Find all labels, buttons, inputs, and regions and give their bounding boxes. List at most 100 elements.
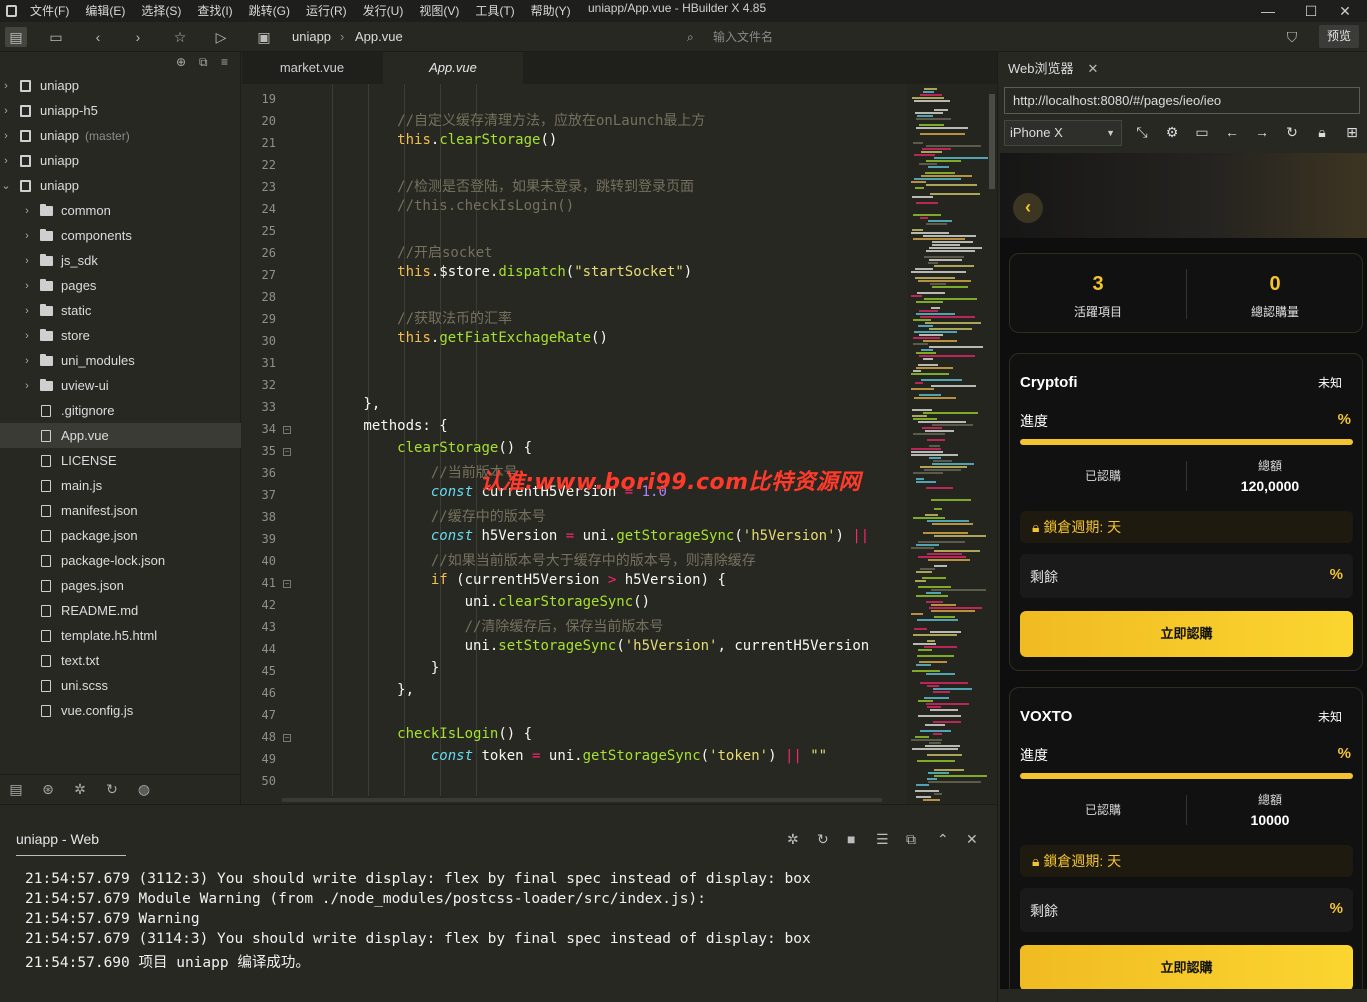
browser-tab[interactable]: Web浏览器 ✕ — [1008, 58, 1098, 77]
menu-goto[interactable]: 跳转(G) — [241, 0, 298, 22]
locate-icon[interactable]: ⊕ — [176, 55, 186, 69]
line-number: 37 — [261, 488, 276, 502]
tree-item-app-vue[interactable]: App.vue — [0, 423, 241, 448]
tree-item-uniapp[interactable]: ⌄ uniapp — [0, 173, 241, 198]
rotate-device-icon[interactable]: ⤡ — [1132, 124, 1152, 142]
close-panel-icon[interactable]: ✕ — [966, 831, 978, 848]
stop-icon[interactable]: ■ — [847, 831, 855, 847]
back-arrow-icon[interactable]: ‹ — [1013, 193, 1043, 223]
tree-item-package-lock-json[interactable]: package-lock.json — [0, 548, 241, 573]
file-search-placeholder: 输入文件名 — [713, 30, 774, 44]
fold-toggle-icon[interactable]: − — [283, 734, 291, 742]
tab-app-vue[interactable]: App.vue — [383, 52, 523, 84]
menu-select[interactable]: 选择(S) — [133, 0, 189, 22]
explorer-menu-icon[interactable]: ≡ — [221, 55, 228, 69]
fold-toggle-icon[interactable]: − — [283, 426, 291, 434]
tree-item-static[interactable]: › static — [0, 298, 241, 323]
subscribe-button[interactable]: 立即認購 — [1020, 611, 1353, 657]
plugin-icon[interactable]: ⊛ — [32, 781, 64, 798]
tree-item-js-sdk[interactable]: › js_sdk — [0, 248, 241, 273]
tree-item-uview-ui[interactable]: › uview-ui — [0, 373, 241, 398]
file-search-input[interactable]: ⌕ 输入文件名 — [683, 26, 1273, 48]
star-icon[interactable]: ☆ — [169, 27, 191, 47]
browser-forward-icon[interactable]: → — [1252, 124, 1272, 142]
line-number: 44 — [261, 642, 276, 656]
device-select[interactable]: iPhone X ▼ — [1004, 120, 1122, 146]
code-line-26: //开启socket — [296, 245, 493, 261]
file-list-icon[interactable]: ▤ — [0, 781, 32, 798]
subscribe-button[interactable]: 立即認購 — [1020, 945, 1353, 989]
project-icon — [18, 79, 32, 92]
tree-item-readme-md[interactable]: README.md — [0, 598, 241, 623]
menu-file[interactable]: 文件(F) — [22, 0, 77, 22]
menu-publish[interactable]: 发行(U) — [355, 0, 412, 22]
browser-tab-close-icon[interactable]: ✕ — [1088, 61, 1099, 76]
code-editor[interactable]: 19 20 21 22 23 24 25 26 27 28 29 30 31 32 33 34−35−36 37… — [242, 84, 907, 796]
tab-market-vue[interactable]: market.vue — [242, 52, 382, 84]
clear-console-icon[interactable]: ☰ — [876, 831, 889, 848]
tree-item-uniapp-h5[interactable]: › uniapp-h5 — [0, 98, 241, 123]
explorer-toggle-icon[interactable]: ▤ — [5, 27, 27, 47]
breadcrumb-file[interactable]: App.vue — [355, 29, 403, 44]
total-subscribed-label: 總認購量 — [1250, 305, 1299, 319]
editor-horizontal-scrollbar[interactable] — [242, 796, 907, 804]
project-icon — [18, 104, 32, 117]
preview-button[interactable]: 预览 — [1319, 25, 1359, 48]
globe-icon[interactable]: ◍ — [128, 781, 160, 798]
git-icon[interactable]: ↻ — [96, 781, 128, 798]
menu-bar: 文件(F) 编辑(E) 选择(S) 查找(I) 跳转(G) 运行(R) 发行(U… — [0, 0, 1367, 22]
tree-item-components[interactable]: › components — [0, 223, 241, 248]
tree-item-pages-json[interactable]: pages.json — [0, 573, 241, 598]
breadcrumb-project[interactable]: uniapp — [292, 29, 331, 44]
debug-icon[interactable]: ✲ — [64, 781, 96, 798]
minimize-icon[interactable]: — — [1245, 0, 1291, 22]
back-icon[interactable]: ‹ — [87, 27, 109, 47]
file-icon — [39, 529, 53, 542]
tree-item-uniapp[interactable]: › uniapp — [0, 148, 241, 173]
filter-icon[interactable]: ⛉ — [1281, 27, 1303, 47]
code-minimap[interactable] — [907, 84, 997, 804]
tree-item-uniapp[interactable]: › uniapp — [0, 73, 241, 98]
tree-item-text-txt[interactable]: text.txt — [0, 648, 241, 673]
tree-item-template-h5-html[interactable]: template.h5.html — [0, 623, 241, 648]
menu-run[interactable]: 运行(R) — [298, 0, 355, 22]
lock-icon[interactable]: 🔒︎ — [1312, 124, 1332, 142]
url-input[interactable]: http://localhost:8080/#/pages/ieo/ieo — [1004, 87, 1360, 114]
close-icon[interactable]: ✕ — [1322, 0, 1367, 22]
run-icon[interactable]: ▷ — [210, 27, 232, 47]
tree-item-gitignore[interactable]: .gitignore — [0, 398, 241, 423]
collapse-all-icon[interactable]: ⧉ — [199, 55, 208, 70]
grid-icon[interactable]: ⊞ — [1342, 124, 1362, 142]
tree-item-uni-modules[interactable]: › uni_modules — [0, 348, 241, 373]
refresh-icon[interactable]: ↻ — [1282, 124, 1302, 142]
tree-item-store[interactable]: › store — [0, 323, 241, 348]
menu-view[interactable]: 视图(V) — [411, 0, 467, 22]
file-icon — [39, 679, 53, 692]
menu-tools[interactable]: 工具(T) — [467, 0, 522, 22]
save-icon[interactable]: ▭ — [45, 27, 67, 47]
debug-icon[interactable]: ✲ — [787, 831, 799, 848]
restart-icon[interactable]: ↻ — [817, 831, 829, 848]
tree-item-main-js[interactable]: main.js — [0, 473, 241, 498]
console-icon[interactable]: ▭ — [1192, 124, 1212, 142]
tree-item-uni-scss[interactable]: uni.scss — [0, 673, 241, 698]
forward-icon[interactable]: › — [127, 27, 149, 47]
tree-item-pages[interactable]: › pages — [0, 273, 241, 298]
tree-item-manifest-json[interactable]: manifest.json — [0, 498, 241, 523]
fold-toggle-icon[interactable]: − — [283, 580, 291, 588]
menu-find[interactable]: 查找(I) — [189, 0, 240, 22]
tree-item-vue-config-js[interactable]: vue.config.js — [0, 698, 241, 723]
editor-vertical-scrollbar[interactable] — [987, 84, 997, 804]
tree-item-package-json[interactable]: package.json — [0, 523, 241, 548]
tree-item-license[interactable]: LICENSE — [0, 448, 241, 473]
tree-item-common[interactable]: › common — [0, 198, 241, 223]
tree-item-uniapp[interactable]: › uniapp (master) — [0, 123, 241, 148]
settings-icon[interactable]: ⚙ — [1162, 124, 1182, 142]
console-title[interactable]: uniapp - Web — [16, 831, 99, 847]
menu-edit[interactable]: 编辑(E) — [77, 0, 133, 22]
open-external-icon[interactable]: ⧉ — [906, 831, 916, 848]
collapse-up-icon[interactable]: ⌃ — [937, 831, 949, 848]
browser-back-icon[interactable]: ← — [1222, 124, 1242, 142]
menu-help[interactable]: 帮助(Y) — [523, 0, 579, 22]
fold-toggle-icon[interactable]: − — [283, 448, 291, 456]
